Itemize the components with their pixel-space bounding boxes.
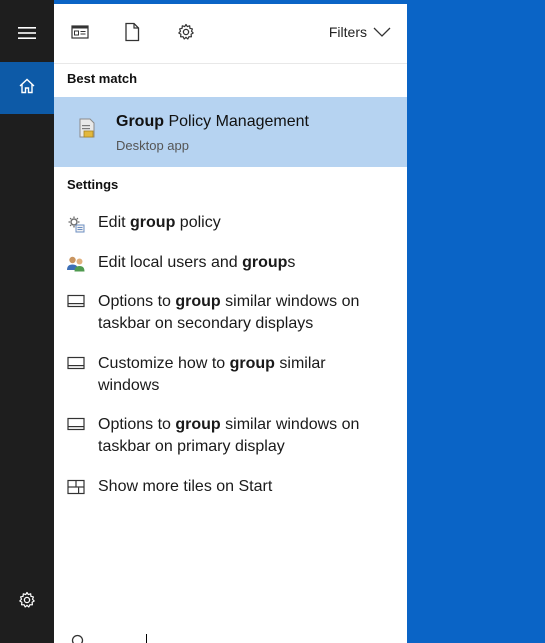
apps-filter-button[interactable] — [68, 22, 92, 46]
users-icon — [66, 255, 86, 278]
label-post: s — [287, 254, 296, 271]
result-edit-local-users[interactable]: Edit local users and groups — [54, 252, 407, 278]
label-pre: Options to — [98, 293, 176, 310]
group-policy-icon — [67, 215, 85, 238]
label-pre: Options to — [98, 416, 176, 433]
result-show-more-tiles[interactable]: Show more tiles on Start — [54, 476, 407, 500]
best-match-heading: Best match — [67, 71, 138, 86]
filters-label: Filters — [328, 24, 367, 40]
label-highlight: group — [175, 416, 221, 433]
search-toolbar: Filters — [54, 4, 407, 64]
best-match-title: Group Policy Management — [116, 113, 309, 131]
label-pre: Edit — [98, 214, 131, 231]
search-icon — [68, 634, 84, 643]
label-highlight: group — [242, 254, 288, 271]
document-icon — [124, 22, 140, 47]
label-pre: Edit local users and — [98, 254, 243, 271]
result-label: Edit group policy — [98, 212, 378, 234]
home-button[interactable] — [0, 62, 54, 114]
group-policy-management-icon — [78, 117, 96, 139]
hamburger-menu-button[interactable] — [0, 6, 54, 64]
taskbar-icon — [67, 356, 85, 375]
title-rest: Policy Management — [164, 113, 309, 130]
filters-dropdown[interactable]: Filters — [329, 24, 391, 40]
documents-filter-button[interactable] — [120, 22, 144, 46]
result-group-secondary-displays[interactable]: Options to group similar windows on task… — [54, 291, 407, 335]
hamburger-icon — [18, 26, 36, 45]
result-customize-group-windows[interactable]: Customize how to group similar windows — [54, 353, 407, 397]
result-label: Options to group similar windows on task… — [98, 291, 378, 335]
label-pre: Customize how to — [98, 355, 230, 372]
title-highlight: Group — [116, 113, 164, 130]
result-label: Edit local users and groups — [98, 252, 378, 274]
taskbar-icon — [67, 417, 85, 436]
search-box[interactable] — [54, 626, 407, 643]
label-post: policy — [175, 214, 221, 231]
settings-button[interactable] — [0, 576, 54, 628]
result-label: Show more tiles on Start — [98, 476, 378, 498]
taskbar-icon — [67, 294, 85, 313]
home-icon — [18, 77, 36, 100]
result-label: Options to group similar windows on task… — [98, 414, 378, 458]
result-group-primary-display[interactable]: Options to group similar windows on task… — [54, 414, 407, 458]
search-results-panel: Filters Best match Group Policy Manageme… — [54, 4, 407, 643]
result-edit-group-policy[interactable]: Edit group policy — [54, 212, 407, 238]
tiles-icon — [67, 479, 85, 500]
label-highlight: group — [229, 355, 275, 372]
settings-filter-button[interactable] — [174, 22, 198, 46]
best-match-subtitle: Desktop app — [116, 138, 189, 153]
gear-icon — [177, 23, 195, 46]
best-match-result[interactable]: Group Policy Management Desktop app — [54, 97, 407, 167]
result-label: Customize how to group similar windows — [98, 353, 378, 397]
text-cursor — [146, 634, 147, 643]
settings-heading: Settings — [67, 177, 119, 192]
label-highlight: group — [130, 214, 176, 231]
label-highlight: group — [175, 293, 221, 310]
gear-icon — [18, 591, 36, 614]
start-rail — [0, 0, 54, 643]
app-window-icon — [71, 24, 89, 45]
chevron-down-icon — [373, 24, 391, 40]
label-post: Show more tiles on Start — [98, 478, 273, 495]
